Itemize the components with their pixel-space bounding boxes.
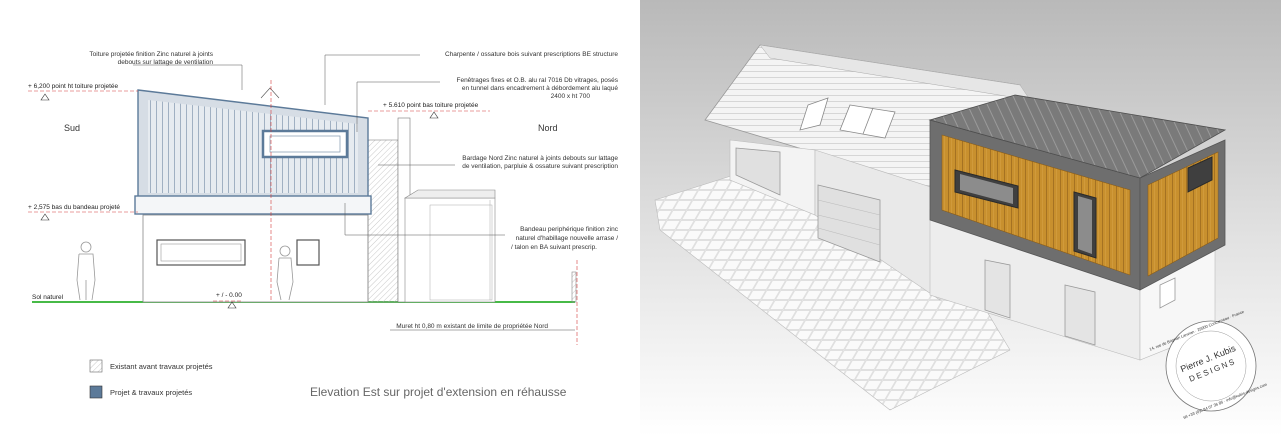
annotation-band-2: naturel d'habillage nouvelle arrase / [516,235,619,242]
annotation-windows-2: en tunnel dans encadrement à débordement… [462,85,618,92]
annotation-roof-1: Toiture projetée finition Zinc naturel à… [89,51,213,58]
annotation-windows-3: 2400 x ht 700 [551,93,591,100]
elevation-drawing: Sol naturel Toiture projetée finition Zi… [0,0,640,436]
drawing-title: Elevation Est sur projet d'extension en … [310,385,567,399]
annotation-band-3: / talon en BA suivant prescrip. [511,244,597,251]
level-zero: + / - 0.00 [216,292,242,299]
existing-annex [404,197,496,303]
annotation-roof-2: debouts sur lattage de ventilation [118,59,214,66]
legend-swatch-project [89,385,103,399]
annotation-framing: Charpente / ossature bois suivant prescr… [445,51,618,58]
orientation-south: Sud [64,123,80,133]
existing-window-right [296,239,320,266]
level-roof-top: + 6,200 point ht toiture projetée [28,83,119,90]
legend-existing: Existant avant travaux projetés [110,362,213,371]
annotation-wall: Muret ht 0,80 m existant de limite de pr… [396,323,548,330]
annotation-cladding-2: de ventilation, parpluie & ossature suiv… [462,163,618,170]
render-3d: Pierre J. Kubis DESIGNS 14, rue de Brign… [640,0,1281,436]
human-scale-figure-left [76,241,96,301]
annotation-band-1: Bandeau periphérique finition zinc [520,226,619,233]
peripheral-band [134,195,372,215]
legend-project: Projet & travaux projetés [110,388,192,397]
existing-chimney-wing [367,139,399,303]
lower-window-2 [1064,284,1096,346]
annotation-windows-1: Fenêtrages fixes et O.B. alu ral 7016 Db… [456,77,618,84]
lower-window-1 [984,259,1011,319]
level-band: + 2,575 bas du bandeau projeté [28,204,120,211]
existing-wall [571,271,577,303]
orientation-north: Nord [538,123,558,133]
level-ground-label: Sol naturel [32,294,64,301]
elevation-svg: Sol naturel Toiture projetée finition Zi… [28,51,619,399]
legend-swatch-existing [89,359,103,373]
render-svg: Pierre J. Kubis DESIGNS 14, rue de Brign… [640,0,1281,436]
annotation-cladding-1: Bardage Nord Zinc naturel à joints debou… [462,155,618,162]
level-roof-low: + 5.610 point bas toiture projetée [383,102,479,109]
